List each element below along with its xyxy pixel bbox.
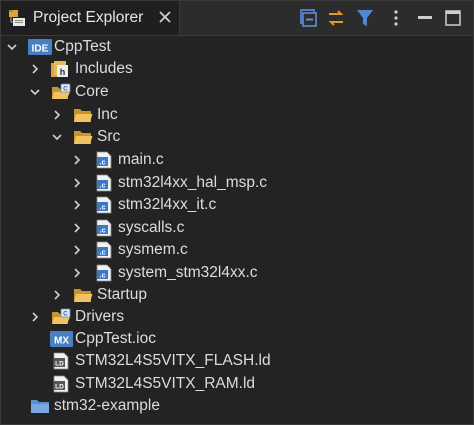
svg-text:.c: .c	[99, 226, 105, 235]
source-folder-icon: C	[52, 308, 71, 324]
c-file-icon: .c	[96, 219, 112, 237]
chevron-down-icon[interactable]	[29, 86, 41, 98]
project-tree: IDE CppTest h Includes C Core Inc Src .c…	[1, 36, 473, 424]
linker-file-icon: LD	[53, 352, 69, 370]
filter-icon[interactable]	[355, 8, 375, 28]
project-explorer-tab[interactable]: Project Explorer	[1, 1, 180, 35]
chevron-right-icon[interactable]	[71, 154, 83, 166]
svg-text:IDE: IDE	[32, 44, 49, 55]
tree-item-label: Src	[97, 128, 121, 145]
folder-icon	[74, 109, 93, 122]
tree-item-ld[interactable]: LD STM32L4S5VITX_RAM.ld	[1, 373, 473, 395]
chevron-right-icon[interactable]	[51, 109, 63, 121]
tree-item-file[interactable]: .c stm32l4xx_it.c	[1, 194, 473, 216]
chevron-down-icon[interactable]	[51, 131, 63, 143]
tree-item-label: CppTest.ioc	[75, 330, 156, 347]
folder-icon	[74, 289, 93, 302]
tree-item-label: stm32l4xx_it.c	[118, 196, 217, 213]
c-file-icon: .c	[96, 241, 112, 259]
tree-item-label: Drivers	[75, 308, 125, 325]
chevron-right-icon[interactable]	[71, 222, 83, 234]
tree-item-file[interactable]: .c syscalls.c	[1, 217, 473, 239]
tree-item-startup[interactable]: Startup	[1, 284, 473, 306]
tree-item-inc[interactable]: Inc	[1, 104, 473, 126]
tree-item-label: Startup	[97, 286, 147, 303]
tree-item-file[interactable]: .c stm32l4xx_hal_msp.c	[1, 172, 473, 194]
tab-title: Project Explorer	[33, 9, 144, 26]
collapse-all-icon[interactable]	[298, 8, 318, 28]
tree-item-file[interactable]: .c system_stm32l4xx.c	[1, 262, 473, 284]
svg-text:LD: LD	[55, 361, 64, 368]
svg-text:LD: LD	[55, 384, 64, 391]
tree-item-label: stm32l4xx_hal_msp.c	[118, 174, 268, 191]
svg-text:.c: .c	[99, 181, 105, 190]
svg-text:.c: .c	[99, 271, 105, 280]
view-header: Project Explorer	[1, 1, 473, 36]
tree-item-drivers[interactable]: C Drivers	[1, 306, 473, 328]
chevron-right-icon[interactable]	[71, 267, 83, 279]
tree-item-label: system_stm32l4xx.c	[118, 264, 258, 281]
tree-item-project[interactable]: IDE CppTest	[1, 36, 473, 58]
view-menu-icon[interactable]	[386, 8, 406, 28]
project-explorer-view: Project Explorer IDE CppTest h Includes …	[0, 0, 474, 425]
tree-item-label: syscalls.c	[118, 219, 185, 236]
tree-item-label: STM32L4S5VITX_FLASH.ld	[75, 352, 271, 369]
closed-project-icon	[31, 400, 49, 413]
close-icon[interactable]	[157, 9, 173, 25]
maximize-icon[interactable]	[443, 8, 463, 28]
folder-open-icon	[74, 131, 93, 144]
chevron-down-icon[interactable]	[6, 41, 18, 53]
chevron-right-icon[interactable]	[71, 199, 83, 211]
tree-item-label: main.c	[118, 151, 164, 168]
tree-item-includes[interactable]: h Includes	[1, 58, 473, 80]
tree-item-label: Inc	[97, 106, 118, 123]
c-file-icon: .c	[96, 196, 112, 214]
tree-item-label: Includes	[75, 60, 133, 77]
project-explorer-icon	[9, 10, 25, 26]
tree-item-file[interactable]: .c sysmem.c	[1, 239, 473, 261]
tree-item-label: CppTest	[54, 38, 111, 55]
tree-item-core[interactable]: C Core	[1, 81, 473, 103]
link-with-editor-icon[interactable]	[326, 8, 346, 28]
svg-text:C: C	[63, 86, 68, 93]
svg-text:.c: .c	[99, 158, 105, 167]
tree-item-ld[interactable]: LD STM32L4S5VITX_FLASH.ld	[1, 350, 473, 372]
svg-text:.c: .c	[99, 203, 105, 212]
chevron-right-icon[interactable]	[71, 177, 83, 189]
tree-item-label: Core	[75, 83, 109, 100]
tree-item-label: stm32-example	[54, 397, 160, 414]
c-file-icon: .c	[96, 151, 112, 169]
ide-project-icon: IDE	[28, 39, 52, 55]
source-folder-open-icon: C	[52, 83, 71, 99]
includes-icon: h	[51, 61, 68, 77]
c-file-icon: .c	[96, 264, 112, 282]
tree-item-label: sysmem.c	[118, 241, 188, 258]
tree-item-file[interactable]: .c main.c	[1, 149, 473, 171]
c-file-icon: .c	[96, 174, 112, 192]
mx-file-icon: MX	[50, 331, 73, 347]
chevron-right-icon[interactable]	[29, 311, 41, 323]
chevron-right-icon[interactable]	[29, 63, 41, 75]
tree-item-label: STM32L4S5VITX_RAM.ld	[75, 375, 256, 392]
chevron-right-icon[interactable]	[51, 289, 63, 301]
linker-file-icon: LD	[53, 375, 69, 393]
tree-item-src[interactable]: Src	[1, 126, 473, 148]
tree-item-example-project[interactable]: stm32-example	[1, 395, 473, 417]
svg-text:.c: .c	[99, 248, 105, 257]
svg-text:MX: MX	[54, 336, 69, 347]
minimize-icon[interactable]	[415, 8, 435, 28]
svg-text:C: C	[63, 311, 68, 318]
tree-item-ioc[interactable]: MX CppTest.ioc	[1, 328, 473, 350]
chevron-right-icon[interactable]	[71, 244, 83, 256]
svg-text:h: h	[60, 67, 66, 77]
